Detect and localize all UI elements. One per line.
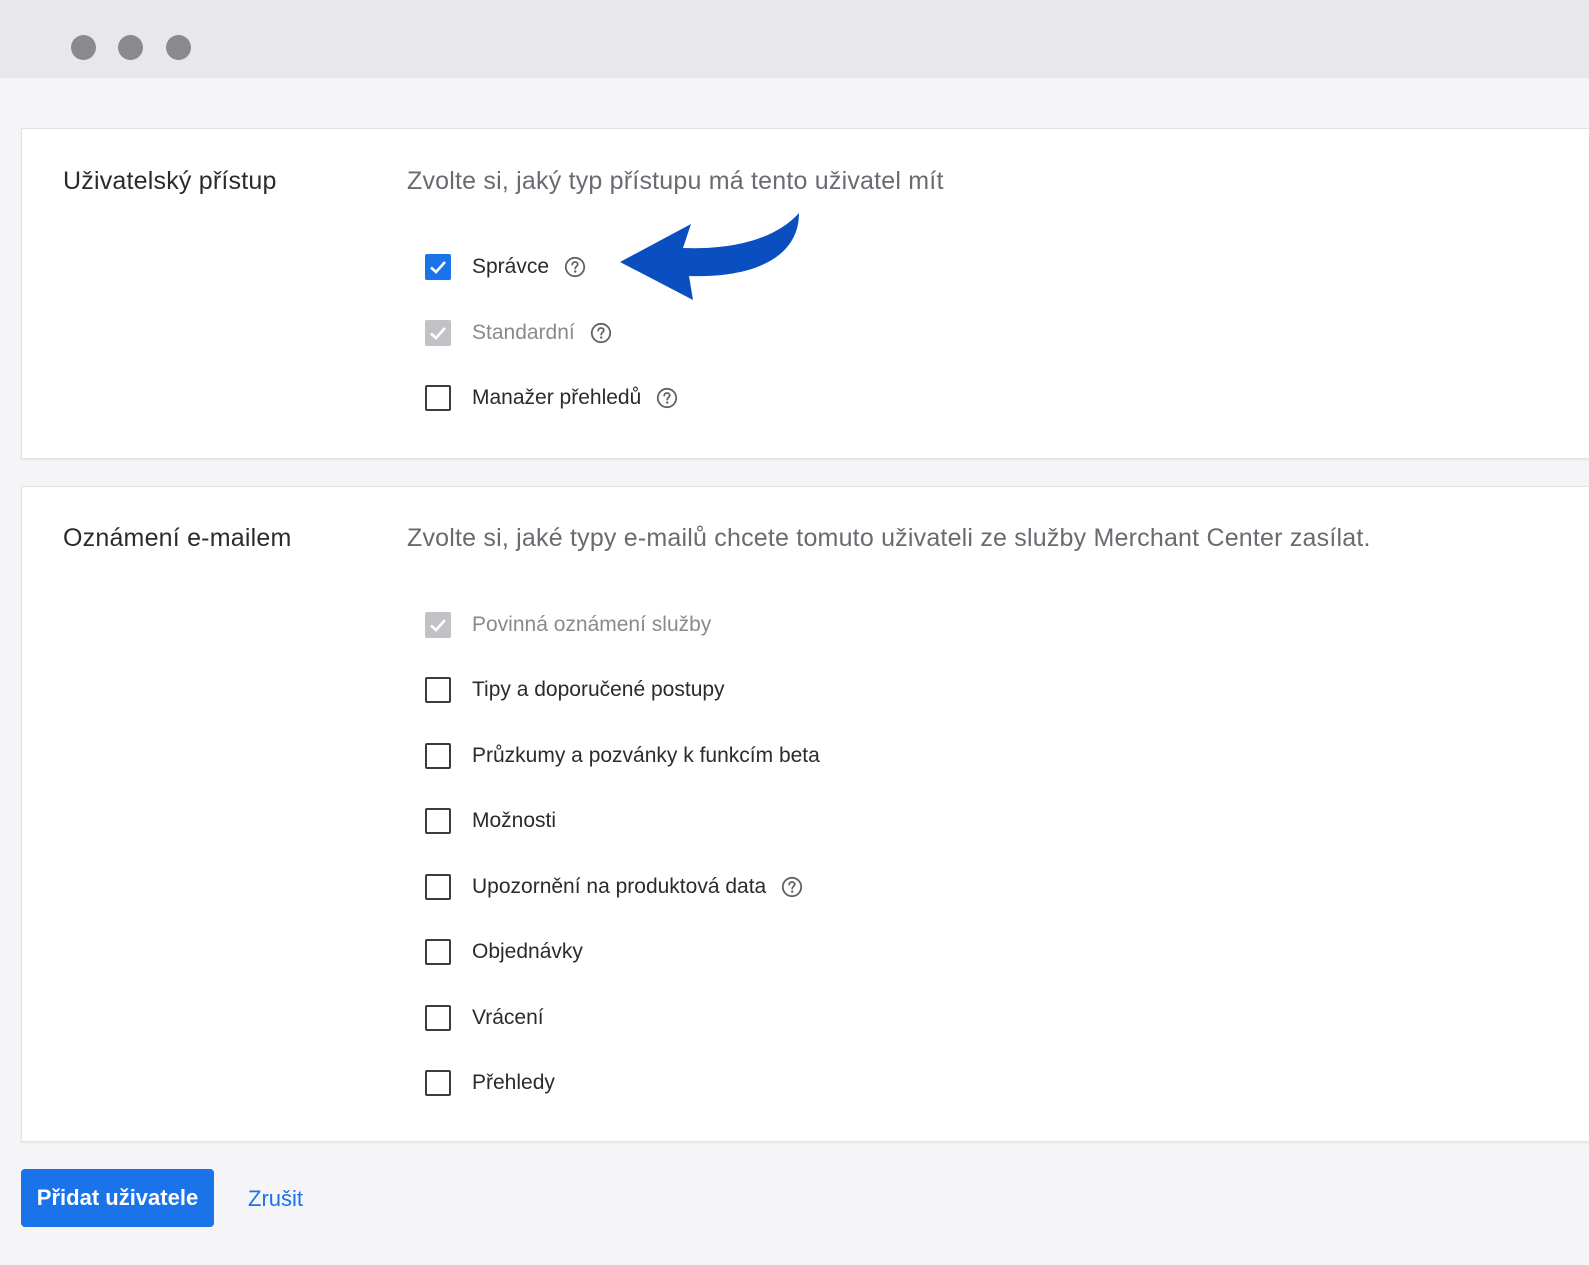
email-option-label: Průzkumy a pozvánky k funkcím beta	[472, 744, 820, 767]
access-option-label: Správce	[472, 255, 550, 278]
checkbox-objednavky[interactable]	[425, 939, 451, 965]
window-dot-maximize[interactable]	[166, 35, 191, 60]
add-user-button[interactable]: Přidat uživatele	[21, 1169, 214, 1227]
checkbox-upozorneni[interactable]	[425, 874, 451, 900]
access-option-spravce[interactable]: Správce	[425, 251, 586, 283]
email-notifications-title: Oznámení e-mailem	[63, 524, 292, 552]
help-circle-icon[interactable]	[590, 322, 612, 344]
checkbox-prehledy[interactable]	[425, 1070, 451, 1096]
email-notifications-description: Zvolte si, jaké typy e-mailů chcete tomu…	[407, 524, 1371, 552]
checkbox-povinna-oznameni	[425, 612, 451, 638]
email-option-pruzkumy[interactable]: Průzkumy a pozvánky k funkcím beta	[425, 740, 820, 772]
check-icon	[430, 619, 446, 632]
help-circle-icon[interactable]	[564, 256, 586, 278]
email-option-label: Povinná oznámení služby	[472, 613, 712, 636]
checkbox-standardni	[425, 320, 451, 346]
access-option-label: Standardní	[472, 321, 575, 344]
check-icon	[430, 327, 446, 340]
access-option-manazer-prehledu[interactable]: Manažer přehledů	[425, 382, 678, 414]
email-option-prehledy[interactable]: Přehledy	[425, 1067, 555, 1099]
user-access-title: Uživatelský přístup	[63, 167, 277, 195]
checkbox-vraceni[interactable]	[425, 1005, 451, 1031]
access-option-standardni[interactable]: Standardní	[425, 317, 612, 349]
email-option-vraceni[interactable]: Vrácení	[425, 1002, 544, 1034]
email-option-label: Tipy a doporučené postupy	[472, 678, 725, 701]
checkbox-pruzkumy[interactable]	[425, 743, 451, 769]
email-option-moznosti[interactable]: Možnosti	[425, 805, 556, 837]
window-dot-close[interactable]	[71, 35, 96, 60]
email-option-label: Objednávky	[472, 940, 583, 963]
email-option-upozorneni[interactable]: Upozornění na produktová data	[425, 871, 803, 903]
user-access-description: Zvolte si, jaký typ přístupu má tento už…	[407, 167, 944, 195]
email-option-label: Vrácení	[472, 1006, 544, 1029]
help-circle-icon[interactable]	[656, 387, 678, 409]
checkbox-tipy[interactable]	[425, 677, 451, 703]
email-notifications-card: Oznámení e-mailem Zvolte si, jaké typy e…	[21, 486, 1589, 1142]
email-option-objednavky[interactable]: Objednávky	[425, 936, 583, 968]
checkbox-moznosti[interactable]	[425, 808, 451, 834]
checkbox-spravce[interactable]	[425, 254, 451, 280]
cancel-button[interactable]: Zrušit	[248, 1180, 303, 1218]
curved-arrow-icon	[620, 213, 799, 300]
email-option-label: Upozornění na produktová data	[472, 875, 767, 898]
checkbox-manazer-prehledu[interactable]	[425, 385, 451, 411]
email-option-label: Přehledy	[472, 1071, 555, 1094]
window-titlebar	[0, 0, 1589, 78]
help-circle-icon[interactable]	[781, 876, 803, 898]
email-option-tipy[interactable]: Tipy a doporučené postupy	[425, 674, 725, 706]
email-option-povinna-oznameni[interactable]: Povinná oznámení služby	[425, 609, 711, 641]
window-dot-minimize[interactable]	[118, 35, 143, 60]
access-option-label: Manažer přehledů	[472, 386, 642, 409]
email-option-label: Možnosti	[472, 809, 557, 832]
check-icon	[430, 261, 446, 274]
